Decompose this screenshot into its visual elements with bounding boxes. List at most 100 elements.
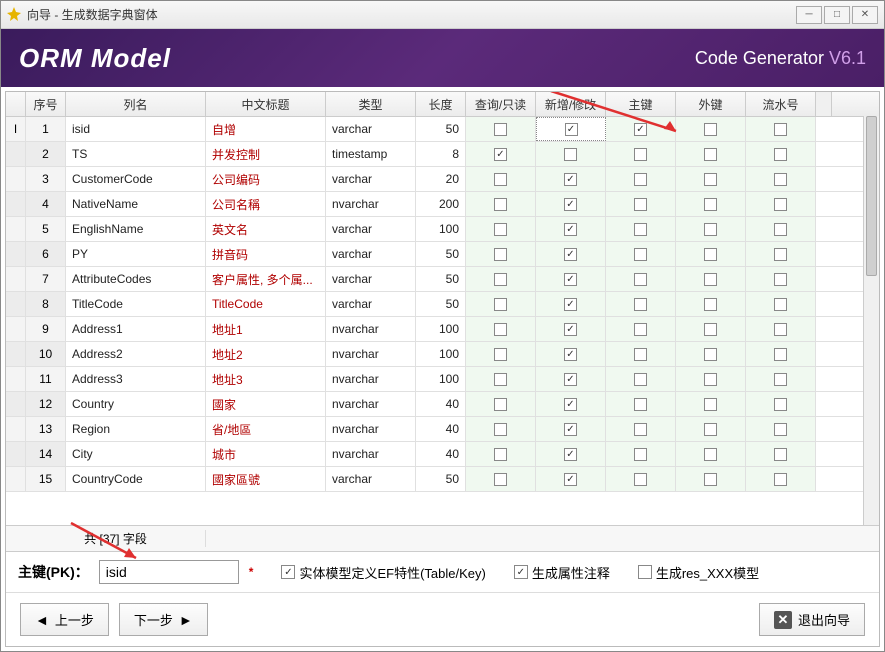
table-row[interactable]: 6PY拼音码varchar50 xyxy=(6,242,879,267)
grid-checkbox-cell[interactable] xyxy=(536,467,606,491)
grid-checkbox-cell[interactable] xyxy=(746,242,816,266)
grid-checkbox-cell[interactable] xyxy=(466,242,536,266)
grid-checkbox-cell[interactable] xyxy=(466,317,536,341)
grid-checkbox-cell[interactable] xyxy=(536,242,606,266)
grid-checkbox-cell[interactable] xyxy=(676,367,746,391)
grid-checkbox-cell[interactable] xyxy=(606,192,676,216)
grid-checkbox-cell[interactable] xyxy=(676,142,746,166)
grid-checkbox-cell[interactable] xyxy=(746,467,816,491)
grid-checkbox-cell[interactable] xyxy=(466,292,536,316)
grid-checkbox-cell[interactable] xyxy=(746,392,816,416)
grid-checkbox-cell[interactable] xyxy=(606,467,676,491)
grid-checkbox-cell[interactable] xyxy=(746,342,816,366)
grid-checkbox-cell[interactable] xyxy=(746,442,816,466)
grid-checkbox-cell[interactable] xyxy=(676,392,746,416)
grid-checkbox-cell[interactable] xyxy=(746,117,816,141)
col-fk[interactable]: 外键 xyxy=(676,92,746,116)
grid-body[interactable]: I1isid自增varchar502TS并发控制timestamp83Custo… xyxy=(6,117,879,525)
table-row[interactable]: 8TitleCodeTitleCodevarchar50 xyxy=(6,292,879,317)
grid-checkbox-cell[interactable] xyxy=(676,192,746,216)
grid-checkbox-cell[interactable] xyxy=(746,317,816,341)
col-edit[interactable]: 新增/修改 xyxy=(536,92,606,116)
grid-checkbox-cell[interactable] xyxy=(746,267,816,291)
table-row[interactable]: 4NativeName公司名稱nvarchar200 xyxy=(6,192,879,217)
grid-checkbox-cell[interactable] xyxy=(536,417,606,441)
grid-checkbox-cell[interactable] xyxy=(606,292,676,316)
opt-comment[interactable]: 生成属性注释 xyxy=(514,563,610,582)
grid-checkbox-cell[interactable] xyxy=(536,367,606,391)
grid-checkbox-cell[interactable] xyxy=(536,192,606,216)
col-serial[interactable]: 流水号 xyxy=(746,92,816,116)
opt-ef[interactable]: 实体模型定义EF特性(Table/Key) xyxy=(281,563,485,582)
grid-checkbox-cell[interactable] xyxy=(606,142,676,166)
col-pk[interactable]: 主键 xyxy=(606,92,676,116)
grid-checkbox-cell[interactable] xyxy=(466,217,536,241)
opt-resxxx[interactable]: 生成res_XXX模型 xyxy=(638,563,759,582)
scrollbar-thumb[interactable] xyxy=(866,116,877,276)
grid-checkbox-cell[interactable] xyxy=(606,267,676,291)
grid-checkbox-cell[interactable] xyxy=(676,442,746,466)
grid-checkbox-cell[interactable] xyxy=(606,317,676,341)
grid-checkbox-cell[interactable] xyxy=(606,167,676,191)
grid-checkbox-cell[interactable] xyxy=(676,217,746,241)
grid-checkbox-cell[interactable] xyxy=(536,292,606,316)
table-row[interactable]: 11Address3地址3nvarchar100 xyxy=(6,367,879,392)
grid-checkbox-cell[interactable] xyxy=(536,342,606,366)
table-row[interactable]: 9Address1地址1nvarchar100 xyxy=(6,317,879,342)
grid-checkbox-cell[interactable] xyxy=(536,117,606,141)
maximize-button[interactable]: □ xyxy=(824,6,850,24)
grid-checkbox-cell[interactable] xyxy=(746,367,816,391)
grid-checkbox-cell[interactable] xyxy=(466,342,536,366)
grid-checkbox-cell[interactable] xyxy=(676,417,746,441)
table-row[interactable]: 10Address2地址2nvarchar100 xyxy=(6,342,879,367)
grid-checkbox-cell[interactable] xyxy=(536,392,606,416)
col-type[interactable]: 类型 xyxy=(326,92,416,116)
grid-checkbox-cell[interactable] xyxy=(606,417,676,441)
grid-checkbox-cell[interactable] xyxy=(536,267,606,291)
grid-checkbox-cell[interactable] xyxy=(676,267,746,291)
table-row[interactable]: 3CustomerCode公司编码varchar20 xyxy=(6,167,879,192)
vertical-scrollbar[interactable] xyxy=(863,116,879,525)
grid-checkbox-cell[interactable] xyxy=(606,117,676,141)
grid-checkbox-cell[interactable] xyxy=(746,217,816,241)
col-marker[interactable] xyxy=(6,92,26,116)
grid-checkbox-cell[interactable] xyxy=(746,292,816,316)
table-row[interactable]: 2TS并发控制timestamp8 xyxy=(6,142,879,167)
table-row[interactable]: 5EnglishName英文名varchar100 xyxy=(6,217,879,242)
close-button[interactable]: ✕ xyxy=(852,6,878,24)
grid-checkbox-cell[interactable] xyxy=(606,392,676,416)
col-len[interactable]: 长度 xyxy=(416,92,466,116)
grid-checkbox-cell[interactable] xyxy=(676,117,746,141)
minimize-button[interactable]: ─ xyxy=(796,6,822,24)
grid-checkbox-cell[interactable] xyxy=(606,217,676,241)
grid-checkbox-cell[interactable] xyxy=(536,317,606,341)
prev-button[interactable]: ◄ 上一步 xyxy=(20,603,109,636)
table-row[interactable]: I1isid自增varchar50 xyxy=(6,117,879,142)
table-row[interactable]: 7AttributeCodes客户属性, 多个属...varchar50 xyxy=(6,267,879,292)
grid-checkbox-cell[interactable] xyxy=(746,417,816,441)
grid-checkbox-cell[interactable] xyxy=(466,442,536,466)
table-row[interactable]: 12Country國家nvarchar40 xyxy=(6,392,879,417)
table-row[interactable]: 14City城市nvarchar40 xyxy=(6,442,879,467)
grid-checkbox-cell[interactable] xyxy=(466,417,536,441)
col-seq[interactable]: 序号 xyxy=(26,92,66,116)
grid-checkbox-cell[interactable] xyxy=(536,217,606,241)
grid-checkbox-cell[interactable] xyxy=(536,442,606,466)
grid-checkbox-cell[interactable] xyxy=(466,392,536,416)
grid-checkbox-cell[interactable] xyxy=(466,267,536,291)
grid-checkbox-cell[interactable] xyxy=(676,317,746,341)
table-row[interactable]: 15CountryCode國家區號varchar50 xyxy=(6,467,879,492)
exit-button[interactable]: ✕ 退出向导 xyxy=(759,603,865,636)
next-button[interactable]: 下一步 ► xyxy=(119,603,208,636)
grid-checkbox-cell[interactable] xyxy=(676,342,746,366)
grid-checkbox-cell[interactable] xyxy=(466,192,536,216)
col-qro[interactable]: 查询/只读 xyxy=(466,92,536,116)
grid-checkbox-cell[interactable] xyxy=(676,467,746,491)
grid-checkbox-cell[interactable] xyxy=(676,292,746,316)
col-name[interactable]: 列名 xyxy=(66,92,206,116)
grid-checkbox-cell[interactable] xyxy=(746,167,816,191)
grid-checkbox-cell[interactable] xyxy=(536,167,606,191)
col-cn-title[interactable]: 中文标题 xyxy=(206,92,326,116)
grid-checkbox-cell[interactable] xyxy=(676,242,746,266)
grid-checkbox-cell[interactable] xyxy=(606,342,676,366)
